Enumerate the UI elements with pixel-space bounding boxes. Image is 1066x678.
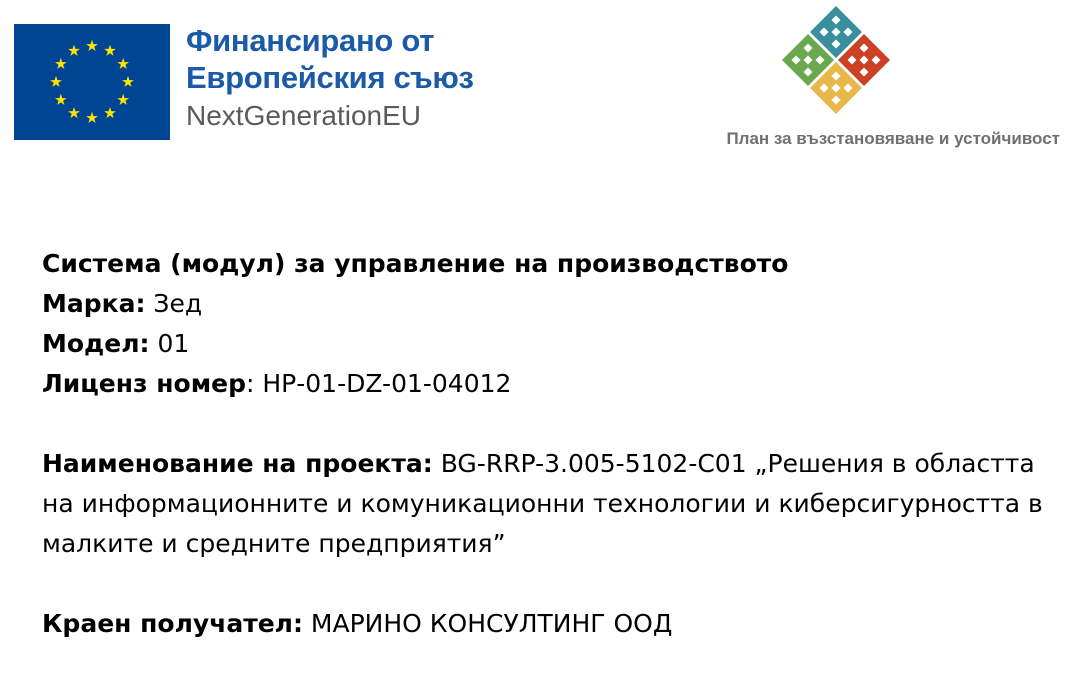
system-title-line: Система (модул) за управление на произво… <box>42 244 1052 284</box>
brand-value: Зед <box>145 289 203 318</box>
project-label: Наименование на проекта: <box>42 449 433 478</box>
eu-line-2: Европейския съюз <box>186 60 474 95</box>
recipient-label: Краен получател: <box>42 609 303 638</box>
license-value: : НР-01-DZ-01-04012 <box>246 369 512 398</box>
eu-line-1: Финансирано от <box>186 23 435 58</box>
license-line: Лиценз номер: НР-01-DZ-01-04012 <box>42 364 1052 404</box>
eu-funding-text: Финансирано от Европейския съюз NextGene… <box>186 22 516 134</box>
rrp-pattern-icon <box>782 6 890 114</box>
model-line: Модел: 01 <box>42 324 1052 364</box>
brand-label: Марка: <box>42 289 146 318</box>
recipient-value: МАРИНО КОНСУЛТИНГ ООД <box>302 609 673 638</box>
model-label: Модел: <box>42 329 150 358</box>
product-info: Система (модул) за управление на произво… <box>42 244 1052 644</box>
project-line: Наименование на проекта: BG-RRP-3.005-51… <box>42 444 1052 564</box>
brand-line: Марка: Зед <box>42 284 1052 324</box>
license-label: Лиценз номер <box>42 369 247 398</box>
model-value: 01 <box>149 329 190 358</box>
eu-flag-icon <box>14 24 170 140</box>
next-generation-eu: NextGenerationEU <box>186 100 422 131</box>
system-title: Система (модул) за управление на произво… <box>42 249 789 278</box>
rrp-caption: План за възстановяване и устойчивост <box>726 129 1060 148</box>
recipient-line: Краен получател: МАРИНО КОНСУЛТИНГ ООД <box>42 604 1052 644</box>
